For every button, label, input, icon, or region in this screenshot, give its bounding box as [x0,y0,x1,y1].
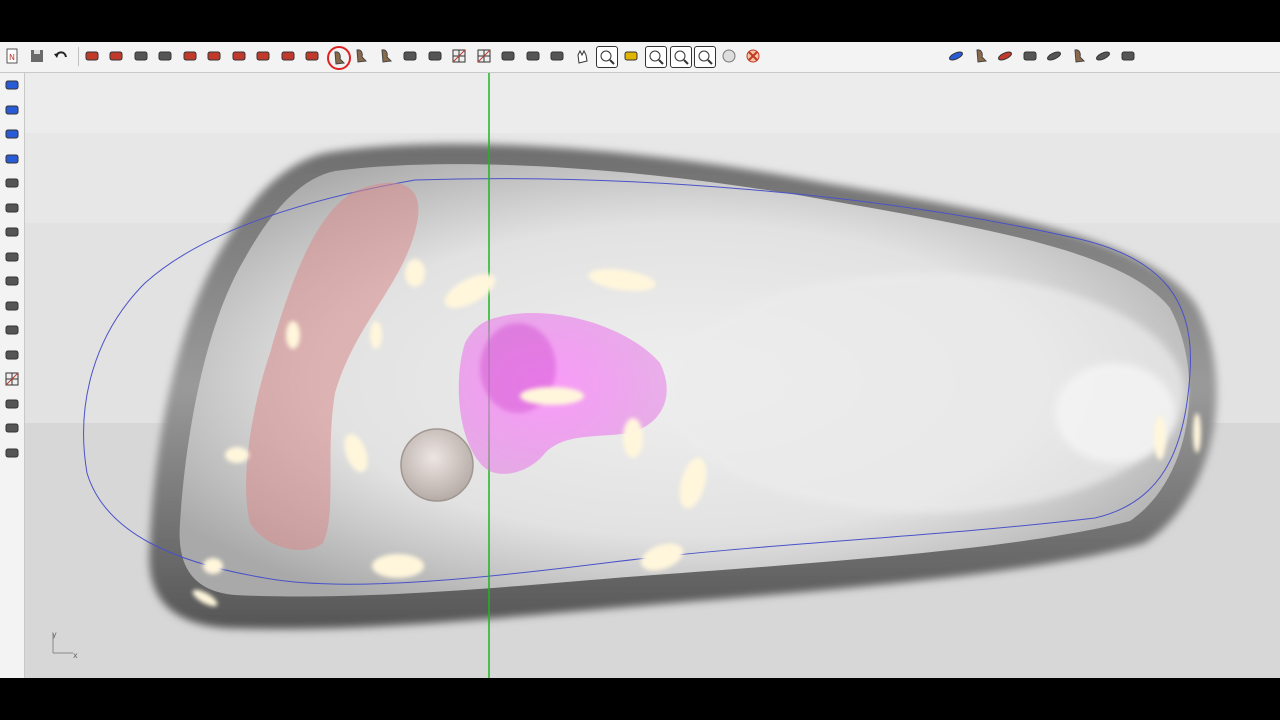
grid-points-icon[interactable] [2,369,22,389]
new-document-icon[interactable]: N [2,46,22,66]
bar-tool-icon[interactable] [425,46,445,66]
delete-icon[interactable] [743,46,763,66]
left-toolbar [0,73,25,678]
grid-icon[interactable] [474,46,494,66]
settings-wheel-icon[interactable] [2,394,22,414]
pad-tool-icon-1[interactable] [180,46,200,66]
blob-tool-icon[interactable] [278,46,298,66]
pad-tool-icon-3[interactable] [229,46,249,66]
zoom-icon[interactable] [596,46,618,68]
flat-insole-icon[interactable] [1044,46,1064,66]
marker-sphere[interactable] [400,428,474,502]
dimension-icon[interactable] [2,320,22,340]
boot-icon[interactable] [376,46,396,66]
sphere-icon[interactable] [719,46,739,66]
main-toolbar: N [0,42,1280,73]
undo-icon[interactable] [51,46,71,66]
move-icon[interactable] [547,46,567,66]
wave-icon[interactable] [2,418,22,438]
height-adjust-icon[interactable] [1020,46,1040,66]
zoom-window-icon[interactable] [645,46,667,68]
cross-section-icon[interactable] [2,345,22,365]
3d-viewport[interactable]: y x [25,73,1280,678]
foot-select-icon[interactable] [326,46,351,70]
view-heel-icon[interactable] [2,124,22,144]
foot-pair-icon[interactable] [351,46,371,66]
zoom-extents-icon[interactable] [669,46,692,68]
view-angle-icon[interactable] [2,149,22,169]
color-block-icon[interactable] [2,198,22,218]
cursor-arrow-icon[interactable] [523,46,543,66]
prism-icon[interactable] [2,222,22,242]
insole-scene[interactable] [25,73,1280,678]
pillar-tool-icon[interactable] [131,46,151,66]
pan-hand-icon[interactable] [572,46,592,66]
view-side-icon[interactable] [2,100,22,120]
layers-icon[interactable] [1118,46,1138,66]
axis-y-label: y [52,630,57,639]
panel-tool-icon[interactable] [155,46,175,66]
pencil-tool-icon[interactable] [621,46,641,66]
loop-tool-icon[interactable] [302,46,322,66]
insole-red-icon[interactable] [995,46,1015,66]
pin-icon[interactable] [2,296,22,316]
axis-x-label: x [73,651,78,660]
measure-icon[interactable] [498,46,518,66]
view-top-icon[interactable] [2,75,22,95]
pair-insole-icon[interactable] [1093,46,1113,66]
pad-tool-icon-4[interactable] [253,46,273,66]
foot-outline-icon[interactable] [1069,46,1089,66]
zoom-selected-icon[interactable] [694,46,716,68]
grid-off-icon[interactable] [449,46,469,66]
arc-icon[interactable] [2,271,22,291]
pad-tool-icon-2[interactable] [204,46,224,66]
svg-text:N: N [9,53,15,62]
wedge-tool-icon[interactable] [400,46,420,66]
slope-icon[interactable] [2,247,22,267]
folder-icon[interactable] [2,443,22,463]
application-window: N y x [0,42,1280,678]
red-block-tool-icon[interactable] [106,46,126,66]
red-shape-tool-icon[interactable] [82,46,102,66]
save-icon[interactable] [27,46,47,66]
insole-blue-icon[interactable] [946,46,966,66]
shoe-gray-icon[interactable] [971,46,991,66]
toolbar-separator [77,47,79,66]
edit-curve-icon[interactable] [2,173,22,193]
